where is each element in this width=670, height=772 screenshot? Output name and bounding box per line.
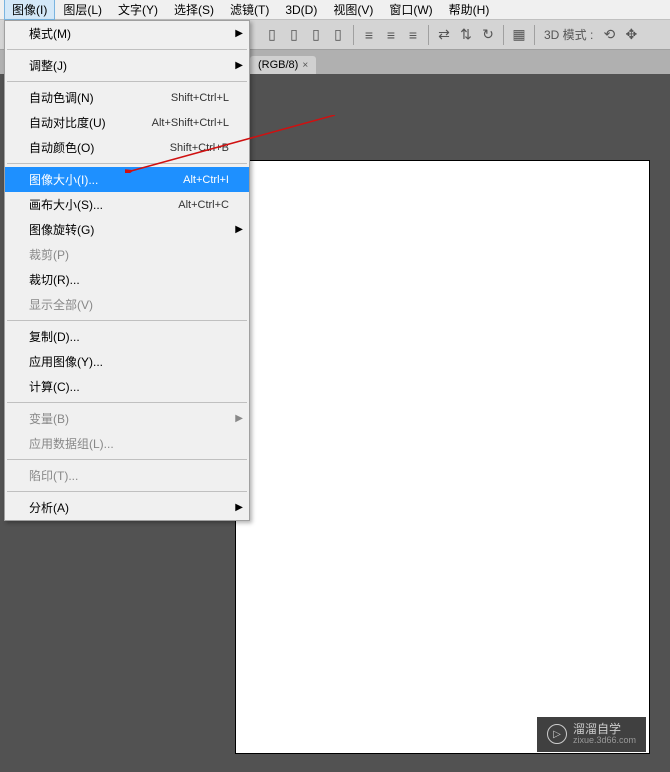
- menu-item-image-rotate[interactable]: 图像旋转(G)▶: [5, 217, 249, 242]
- chevron-right-icon: ▶: [235, 413, 243, 424]
- menu-item-crop: 裁剪(P): [5, 242, 249, 267]
- menu-item-adjust[interactable]: 调整(J)▶: [5, 53, 249, 78]
- align-right-icon[interactable]: ▯: [306, 25, 326, 45]
- 3d-mode-label: 3D 模式 :: [544, 26, 593, 43]
- chevron-right-icon: ▶: [235, 502, 243, 513]
- menu-separator: [7, 49, 247, 50]
- menubar-item-filter[interactable]: 滤镜(T): [222, 0, 277, 20]
- menu-item-mode[interactable]: 模式(M)▶: [5, 21, 249, 46]
- menu-item-auto-color[interactable]: 自动颜色(O)Shift+Ctrl+B: [5, 135, 249, 160]
- menu-separator: [7, 459, 247, 460]
- align-center-icon[interactable]: ▯: [284, 25, 304, 45]
- grid-icon[interactable]: ▦: [509, 25, 529, 45]
- distribute-icon[interactable]: ≡: [403, 25, 423, 45]
- menu-item-canvas-size[interactable]: 画布大小(S)...Alt+Ctrl+C: [5, 192, 249, 217]
- chevron-right-icon: ▶: [235, 224, 243, 235]
- toolbar-separator: [353, 25, 354, 45]
- menu-item-duplicate[interactable]: 复制(D)...: [5, 324, 249, 349]
- pan-icon[interactable]: ✥: [621, 25, 641, 45]
- close-icon[interactable]: ×: [302, 60, 308, 71]
- menubar-item-image[interactable]: 图像(I): [4, 0, 55, 20]
- menu-separator: [7, 491, 247, 492]
- flip-h-icon[interactable]: ⇄: [434, 25, 454, 45]
- menu-separator: [7, 402, 247, 403]
- play-circle-icon: ▷: [547, 724, 567, 744]
- menu-item-trim[interactable]: 裁切(R)...: [5, 267, 249, 292]
- menubar-item-text[interactable]: 文字(Y): [110, 0, 166, 20]
- distribute-h-icon[interactable]: ≡: [359, 25, 379, 45]
- menu-item-analysis[interactable]: 分析(A)▶: [5, 495, 249, 520]
- menu-separator: [7, 163, 247, 164]
- chevron-right-icon: ▶: [235, 60, 243, 71]
- menubar-item-3d[interactable]: 3D(D): [277, 1, 325, 19]
- watermark-url: zixue.3d66.com: [573, 736, 636, 746]
- menu-separator: [7, 81, 247, 82]
- menubar-item-help[interactable]: 帮助(H): [441, 0, 498, 20]
- menu-separator: [7, 320, 247, 321]
- menu-item-apply-image[interactable]: 应用图像(Y)...: [5, 349, 249, 374]
- tab-label: (RGB/8): [258, 59, 298, 71]
- document-tab[interactable]: (RGB/8) ×: [250, 56, 316, 74]
- canvas[interactable]: [235, 160, 650, 754]
- menubar-item-view[interactable]: 视图(V): [325, 0, 381, 20]
- toolbar-separator: [534, 25, 535, 45]
- watermark: ▷ 溜溜自学 zixue.3d66.com: [537, 717, 646, 752]
- menubar-item-select[interactable]: 选择(S): [166, 0, 222, 20]
- menubar-item-window[interactable]: 窗口(W): [381, 0, 440, 20]
- menu-item-auto-contrast[interactable]: 自动对比度(U)Alt+Shift+Ctrl+L: [5, 110, 249, 135]
- menu-item-apply-dataset: 应用数据组(L)...: [5, 431, 249, 456]
- toolbar-separator: [428, 25, 429, 45]
- align-top-icon[interactable]: ▯: [328, 25, 348, 45]
- menubar: 图像(I) 图层(L) 文字(Y) 选择(S) 滤镜(T) 3D(D) 视图(V…: [0, 0, 670, 20]
- flip-v-icon[interactable]: ⇅: [456, 25, 476, 45]
- toolbar-separator: [503, 25, 504, 45]
- menubar-item-layer[interactable]: 图层(L): [55, 0, 110, 20]
- menu-item-variables: 变量(B)▶: [5, 406, 249, 431]
- image-menu-dropdown: 模式(M)▶ 调整(J)▶ 自动色调(N)Shift+Ctrl+L 自动对比度(…: [4, 20, 250, 521]
- distribute-v-icon[interactable]: ≡: [381, 25, 401, 45]
- menu-item-calculations[interactable]: 计算(C)...: [5, 374, 249, 399]
- menu-item-trap: 陷印(T)...: [5, 463, 249, 488]
- menu-item-auto-tone[interactable]: 自动色调(N)Shift+Ctrl+L: [5, 85, 249, 110]
- rotate-icon[interactable]: ↻: [478, 25, 498, 45]
- orbit-icon[interactable]: ⟲: [599, 25, 619, 45]
- chevron-right-icon: ▶: [235, 28, 243, 39]
- align-left-icon[interactable]: ▯: [262, 25, 282, 45]
- menu-item-reveal-all: 显示全部(V): [5, 292, 249, 317]
- menu-item-image-size[interactable]: 图像大小(I)...Alt+Ctrl+I: [5, 167, 249, 192]
